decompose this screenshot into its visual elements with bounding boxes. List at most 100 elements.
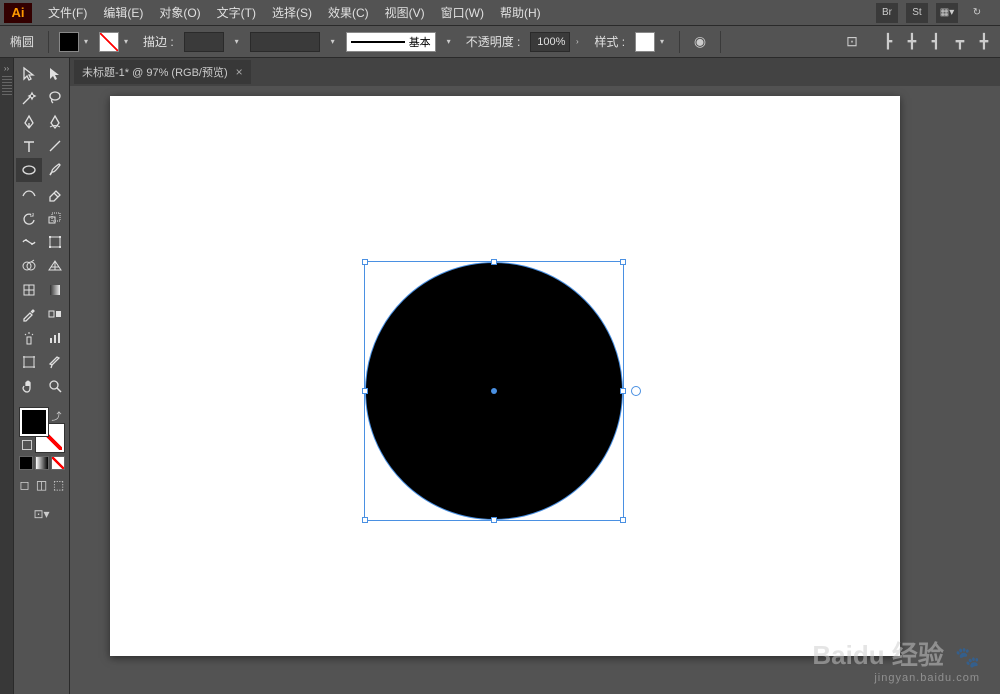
zoom-tool[interactable]: [42, 374, 68, 398]
opacity-label: 不透明度 :: [462, 33, 525, 50]
close-icon[interactable]: ×: [236, 65, 243, 79]
pen-tool[interactable]: [16, 110, 42, 134]
draw-behind-icon[interactable]: ◫: [33, 476, 50, 494]
resize-handle-bl[interactable]: [362, 517, 368, 523]
resize-handle-bm[interactable]: [491, 517, 497, 523]
slice-tool[interactable]: [42, 350, 68, 374]
resize-handle-br[interactable]: [620, 517, 626, 523]
solid-color-mode[interactable]: [19, 456, 33, 470]
recolor-artwork-icon[interactable]: ◉: [690, 32, 710, 52]
resize-handle-ml[interactable]: [362, 388, 368, 394]
magic-wand-tool[interactable]: [16, 86, 42, 110]
selection-bounding-box[interactable]: [364, 261, 624, 521]
document-tabs: 未标题-1* @ 97% (RGB/预览) ×: [70, 58, 1000, 86]
opacity-dropdown[interactable]: ›: [570, 32, 584, 52]
eyedropper-tool[interactable]: [16, 302, 42, 326]
align-right-icon[interactable]: ┫: [926, 32, 946, 52]
width-tool[interactable]: [16, 230, 42, 254]
align-center-icon[interactable]: ╋: [902, 32, 922, 52]
fill-color-swatch[interactable]: [59, 32, 79, 52]
stock-icon[interactable]: St: [906, 3, 928, 23]
screen-mode-icon[interactable]: ⊡▾: [29, 502, 55, 526]
stroke-width-label: 描边 :: [139, 33, 178, 50]
stroke-color-swatch[interactable]: [99, 32, 119, 52]
shaper-tool[interactable]: [16, 182, 42, 206]
color-controls: ⤴: [20, 408, 64, 452]
stroke-profile-dropdown[interactable]: ▾: [326, 32, 340, 52]
menu-file[interactable]: 文件(F): [40, 2, 95, 23]
stroke-width-input[interactable]: [184, 32, 224, 52]
resize-handle-tr[interactable]: [620, 259, 626, 265]
ellipse-tool[interactable]: [16, 158, 42, 182]
pie-handle[interactable]: [631, 386, 641, 396]
brush-line-preview: [351, 41, 405, 43]
canvas[interactable]: [70, 86, 1000, 694]
none-color-mode[interactable]: [51, 456, 65, 470]
menu-window[interactable]: 窗口(W): [433, 2, 492, 23]
menu-view[interactable]: 视图(V): [377, 2, 433, 23]
center-point[interactable]: [491, 388, 497, 394]
blend-tool[interactable]: [42, 302, 68, 326]
shape-builder-tool[interactable]: [16, 254, 42, 278]
brush-definition[interactable]: 基本: [346, 32, 436, 52]
rotate-tool[interactable]: [16, 206, 42, 230]
column-graph-tool[interactable]: [42, 326, 68, 350]
curvature-tool[interactable]: [42, 110, 68, 134]
brush-label: 基本: [409, 34, 431, 50]
app-icon: Ai: [4, 3, 32, 23]
artboard-tool[interactable]: [16, 350, 42, 374]
line-tool[interactable]: [42, 134, 68, 158]
style-dropdown[interactable]: ▾: [655, 32, 669, 52]
document-tab[interactable]: 未标题-1* @ 97% (RGB/预览) ×: [74, 60, 251, 84]
swap-fill-stroke-icon[interactable]: ⤴: [52, 408, 62, 423]
symbol-sprayer-tool[interactable]: [16, 326, 42, 350]
fill-swatch[interactable]: [20, 408, 48, 436]
gradient-tool[interactable]: [42, 278, 68, 302]
hand-tool[interactable]: [16, 374, 42, 398]
align-left-icon[interactable]: ┣: [878, 32, 898, 52]
panel-expand-icon[interactable]: ››: [2, 64, 12, 72]
draw-inside-icon[interactable]: ⬚: [50, 476, 67, 494]
gradient-color-mode[interactable]: [35, 456, 49, 470]
stroke-dropdown[interactable]: ▾: [119, 32, 133, 52]
menu-edit[interactable]: 编辑(E): [95, 2, 151, 23]
menu-help[interactable]: 帮助(H): [492, 2, 549, 23]
type-tool[interactable]: [16, 134, 42, 158]
lasso-tool[interactable]: [42, 86, 68, 110]
paintbrush-tool[interactable]: [42, 158, 68, 182]
resize-handle-tm[interactable]: [491, 259, 497, 265]
resize-handle-mr[interactable]: [620, 388, 626, 394]
opacity-input[interactable]: [530, 32, 570, 52]
mesh-tool[interactable]: [16, 278, 42, 302]
bridge-icon[interactable]: Br: [876, 3, 898, 23]
direct-selection-tool[interactable]: [42, 62, 68, 86]
draw-normal-icon[interactable]: ◻: [16, 476, 33, 494]
arrange-icon[interactable]: ▦▾: [936, 3, 958, 23]
menu-object[interactable]: 对象(O): [151, 2, 208, 23]
selection-tool[interactable]: [16, 62, 42, 86]
default-colors-icon[interactable]: [22, 440, 32, 450]
stroke-width-dropdown[interactable]: ▾: [230, 32, 244, 52]
align-icon[interactable]: ⊡: [842, 32, 862, 52]
divider: [679, 31, 680, 53]
brush-dropdown[interactable]: ▾: [442, 32, 456, 52]
fill-dropdown[interactable]: ▾: [79, 32, 93, 52]
graphic-style-swatch[interactable]: [635, 32, 655, 52]
color-mode-row: [19, 456, 65, 470]
divider: [48, 31, 49, 53]
align-middle-icon[interactable]: ╋: [974, 32, 994, 52]
menu-type[interactable]: 文字(T): [209, 2, 264, 23]
document-area: 未标题-1* @ 97% (RGB/预览) ×: [70, 58, 1000, 694]
perspective-grid-tool[interactable]: [42, 254, 68, 278]
panel-grip[interactable]: [2, 76, 12, 96]
stroke-profile[interactable]: [250, 32, 320, 52]
resize-handle-tl[interactable]: [362, 259, 368, 265]
menu-effect[interactable]: 效果(C): [320, 2, 377, 23]
eraser-tool[interactable]: [42, 182, 68, 206]
sync-icon[interactable]: ↻: [966, 3, 988, 23]
scale-tool[interactable]: [42, 206, 68, 230]
free-transform-tool[interactable]: [42, 230, 68, 254]
align-top-icon[interactable]: ┳: [950, 32, 970, 52]
menu-select[interactable]: 选择(S): [264, 2, 320, 23]
artboard: [110, 96, 900, 656]
